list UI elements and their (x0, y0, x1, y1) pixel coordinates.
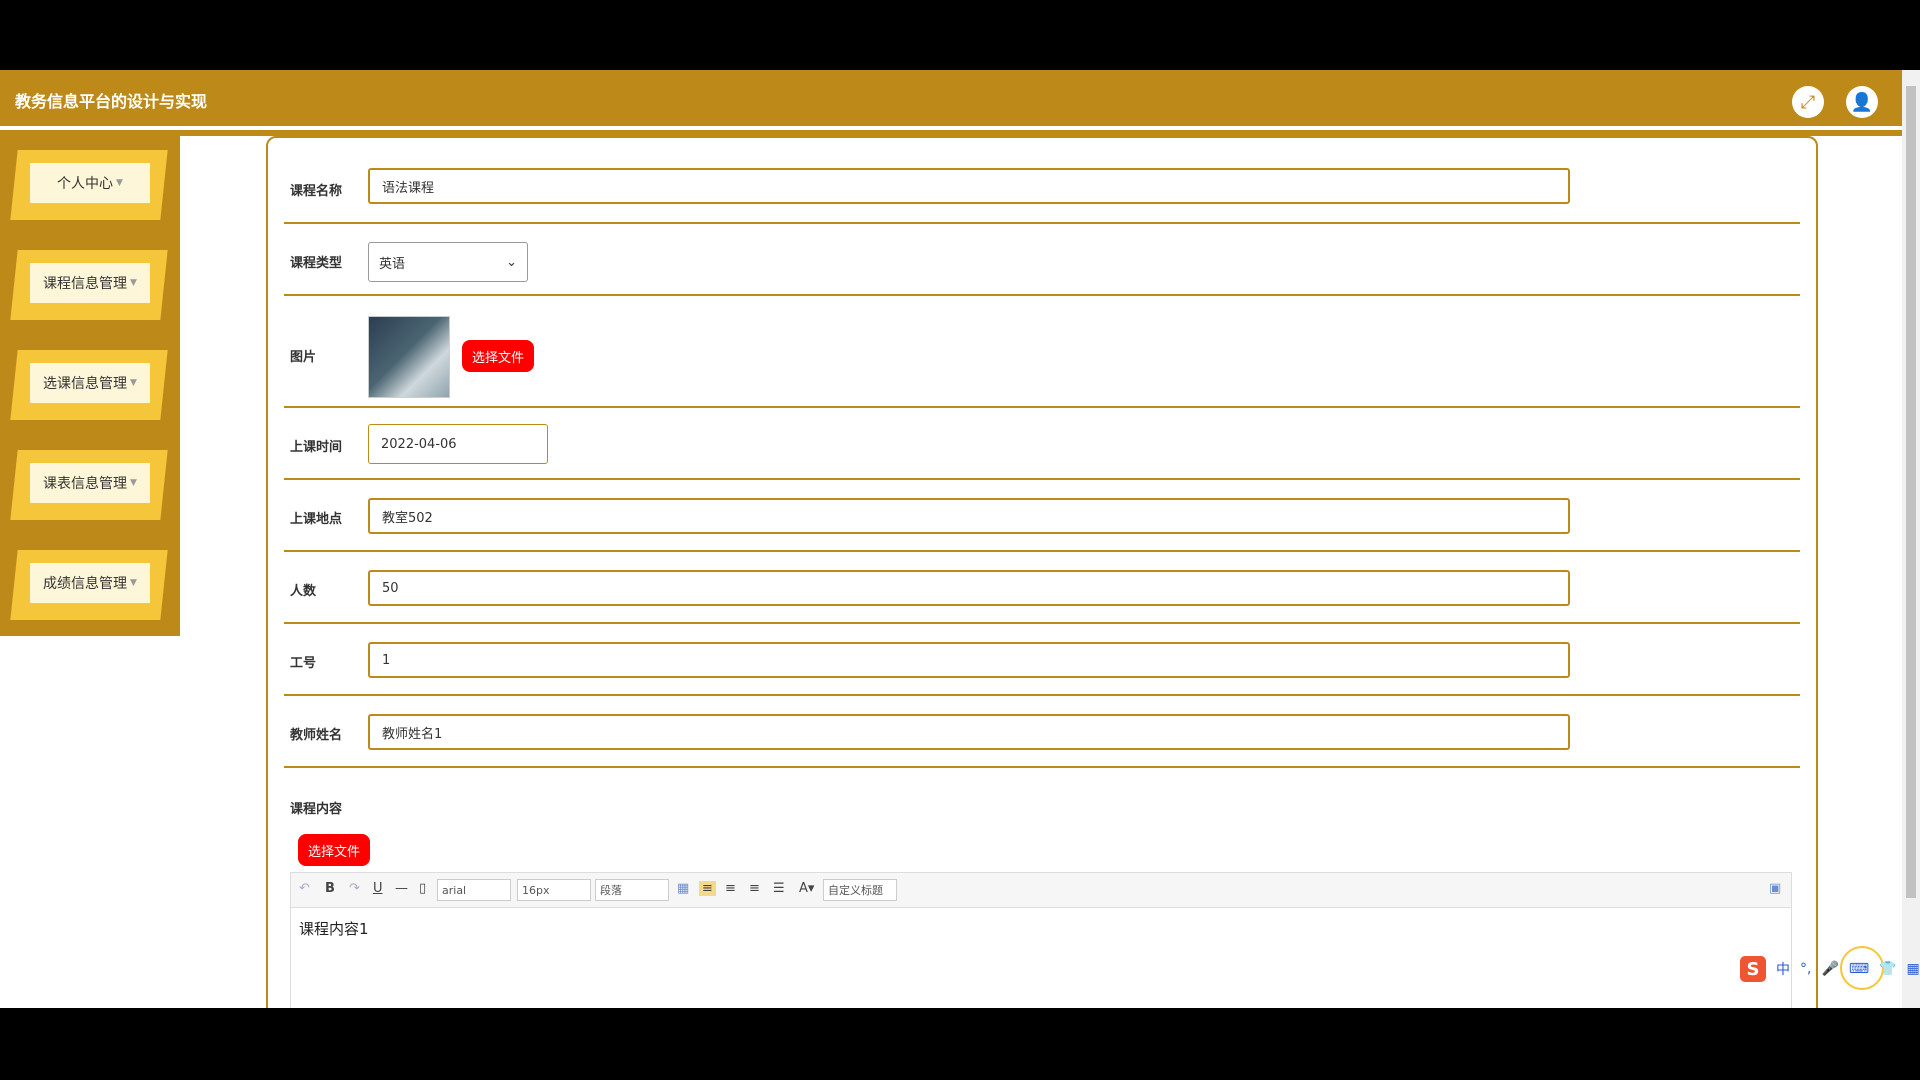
choose-image-button[interactable]: 选择文件 (462, 340, 535, 372)
caret-down-icon: ▼ (130, 578, 137, 588)
app-title: 教务信息平台的设计与实现 (15, 92, 208, 111)
chevron-down-icon: ⌄ (506, 254, 517, 270)
rich-text-editor: ↶ B ↷ U — ▯ arial 16px 段落 ▦ ≡ ≡ ≡ ☰ A▾ 自… (290, 872, 1792, 1008)
form-row-image: 图片 选择文件 (284, 296, 1800, 408)
caret-down-icon: ▼ (116, 178, 123, 188)
caret-down-icon: ▼ (130, 278, 137, 288)
form-row-capacity: 人数 50 (284, 552, 1800, 624)
sidebar-item-button[interactable]: 个人中心 ▼ (30, 163, 150, 203)
teacher-name-input[interactable]: 教师姓名1 (368, 714, 1570, 750)
sidebar-item-grade-info[interactable]: 成绩信息管理 ▼ (0, 536, 180, 636)
align-center-icon[interactable]: ≡ (749, 881, 760, 896)
course-edit-form: 课程名称 语法课程 课程类型 英语 ⌄ 图片 选择文件 上课时间 2022-04-… (266, 136, 1818, 1008)
location-input[interactable]: 教室502 (368, 498, 1570, 534)
sidebar-item-button[interactable]: 选课信息管理 ▼ (30, 363, 150, 403)
horizontal-rule-icon[interactable]: — (395, 881, 408, 896)
sidebar-item-button[interactable]: 成绩信息管理 ▼ (30, 563, 150, 603)
document-icon[interactable]: ▯ (419, 881, 426, 896)
font-color-icon[interactable]: A▾ (799, 881, 814, 896)
redo-icon[interactable]: ↷ (349, 881, 360, 896)
staff-id-input[interactable]: 1 (368, 642, 1570, 678)
editor-content-area[interactable]: 课程内容1 (291, 908, 1791, 949)
sidebar-item-schedule-info[interactable]: 课表信息管理 ▼ (0, 436, 180, 536)
vertical-scrollbar[interactable] (1902, 70, 1920, 1008)
form-row-teacher-name: 教师姓名 教师姓名1 (284, 696, 1800, 768)
skin-icon[interactable]: 👕 (1879, 961, 1896, 977)
app-window: 教务信息平台的设计与实现 ⤢ 👤 个人中心 ▼ 课程信息管理 ▼ 选课信息管理 ▼ 课… (0, 70, 1920, 1008)
bold-icon[interactable]: B (325, 881, 335, 896)
font-family-select[interactable]: arial (437, 879, 511, 901)
capacity-input[interactable]: 50 (368, 570, 1570, 606)
font-size-select[interactable]: 16px (517, 879, 591, 901)
user-icon[interactable]: 👤 (1846, 86, 1878, 118)
editor-toolbar: ↶ B ↷ U — ▯ arial 16px 段落 ▦ ≡ ≡ ≡ ☰ A▾ 自… (291, 873, 1791, 908)
microphone-icon[interactable]: 🎤 (1821, 961, 1838, 977)
align-justify-icon[interactable]: ☰ (773, 881, 785, 896)
ime-language-toggle[interactable]: 中 (1776, 959, 1790, 979)
course-content-label: 课程内容 (290, 802, 343, 817)
form-row-class-time: 上课时间 2022-04-06 (284, 408, 1800, 480)
teacher-name-label: 教师姓名 (290, 728, 343, 743)
toolbox-icon[interactable]: ▦ (1907, 961, 1920, 977)
form-row-location: 上课地点 教室502 (284, 480, 1800, 552)
align-left-icon[interactable]: ≡ (699, 881, 716, 896)
choose-content-file-button[interactable]: 选择文件 (298, 834, 371, 866)
sidebar: 个人中心 ▼ 课程信息管理 ▼ 选课信息管理 ▼ 课表信息管理 ▼ 成绩信息管理 ▼ (0, 136, 180, 636)
keyboard-icon[interactable]: ⌨ (1849, 961, 1869, 977)
custom-title-select[interactable]: 自定义标题 (823, 879, 897, 901)
fullscreen-icon[interactable]: ⤢ (1792, 86, 1824, 118)
ime-toolbar: S 中 °, 🎤 ⌨ 👕 ▦ (1740, 956, 1920, 982)
sidebar-item-button[interactable]: 课程信息管理 ▼ (30, 263, 150, 303)
ime-punctuation-toggle[interactable]: °, (1800, 961, 1811, 977)
form-row-staff-id: 工号 1 (284, 624, 1800, 696)
form-row-course-name: 课程名称 语法课程 (284, 138, 1800, 224)
staff-id-label: 工号 (290, 656, 317, 671)
caret-down-icon: ▼ (130, 378, 137, 388)
course-image-thumbnail (368, 316, 450, 398)
sidebar-item-personal-center[interactable]: 个人中心 ▼ (0, 136, 180, 236)
class-time-date-input[interactable]: 2022-04-06 (368, 424, 548, 464)
fullscreen-editor-icon[interactable]: ▣ (1769, 881, 1781, 896)
course-type-label: 课程类型 (290, 256, 343, 271)
course-name-input[interactable]: 语法课程 (368, 168, 1570, 204)
class-time-label: 上课时间 (290, 440, 343, 455)
sogou-logo-icon[interactable]: S (1740, 956, 1766, 982)
caret-down-icon: ▼ (130, 478, 137, 488)
capacity-label: 人数 (290, 584, 317, 599)
scrollbar-thumb[interactable] (1906, 86, 1916, 898)
underline-icon[interactable]: U (373, 881, 383, 896)
undo-icon[interactable]: ↶ (299, 881, 310, 896)
location-label: 上课地点 (290, 512, 343, 527)
paragraph-select[interactable]: 段落 (595, 879, 669, 901)
course-name-label: 课程名称 (290, 184, 343, 199)
course-type-select[interactable]: 英语 ⌄ (368, 242, 528, 282)
sidebar-item-enrollment-info[interactable]: 选课信息管理 ▼ (0, 336, 180, 436)
form-row-course-type: 课程类型 英语 ⌄ (284, 224, 1800, 296)
table-icon[interactable]: ▦ (677, 881, 689, 896)
image-label: 图片 (290, 350, 317, 365)
align-right-icon[interactable]: ≡ (725, 881, 736, 896)
top-bar: 教务信息平台的设计与实现 ⤢ 👤 (0, 70, 1902, 130)
sidebar-item-button[interactable]: 课表信息管理 ▼ (30, 463, 150, 503)
sidebar-item-course-info[interactable]: 课程信息管理 ▼ (0, 236, 180, 336)
